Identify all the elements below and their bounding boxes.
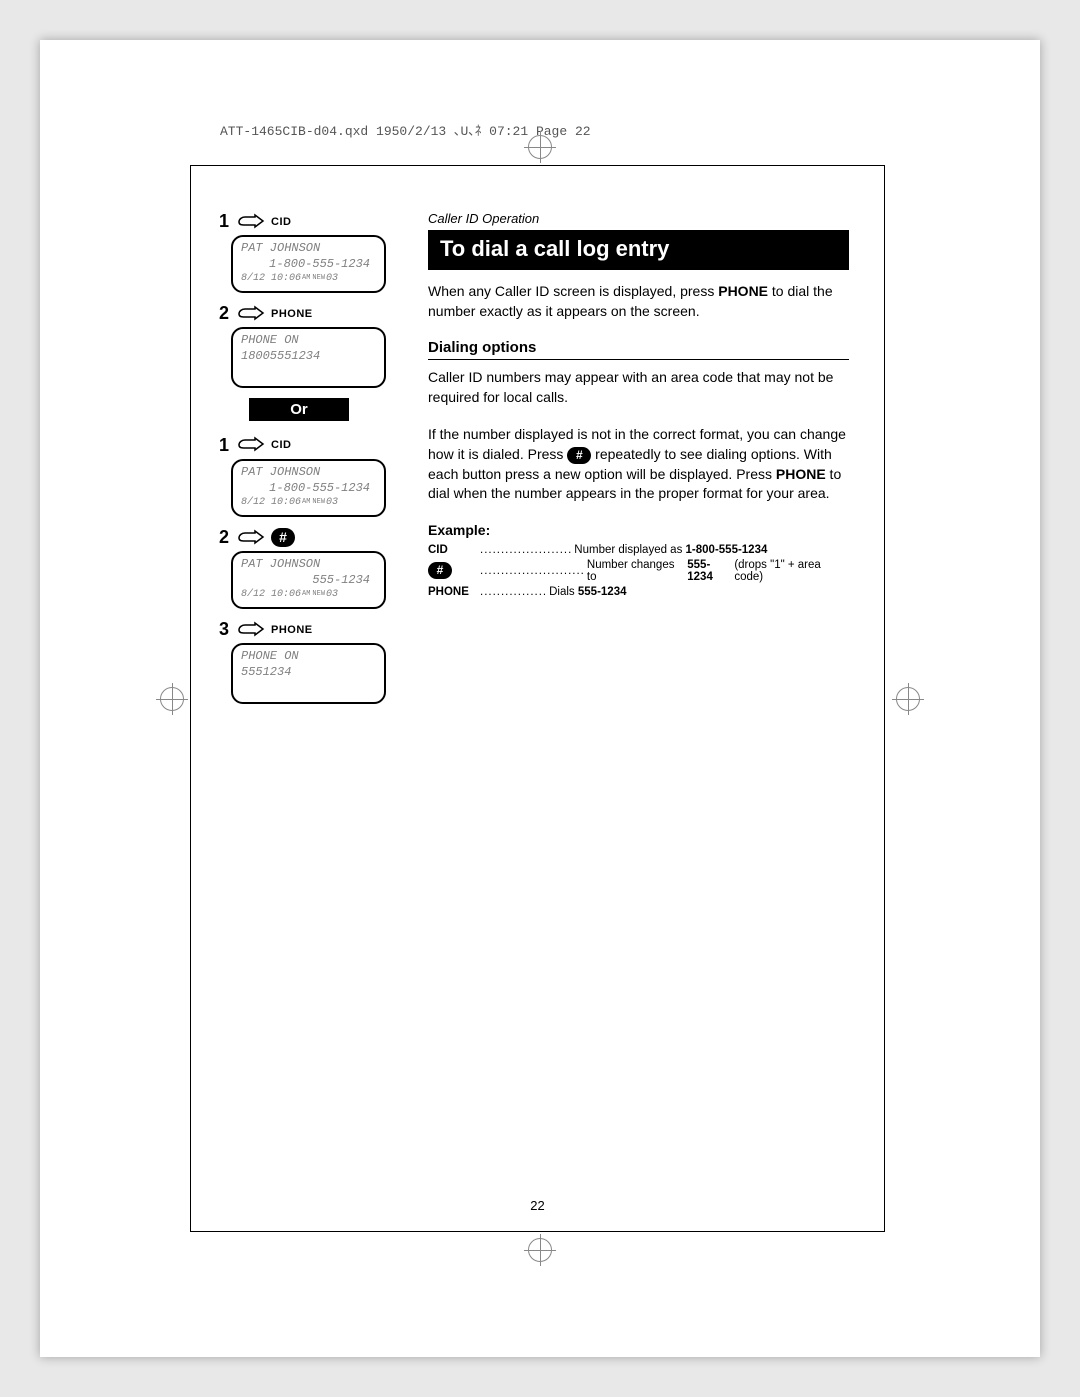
- lcd-line: 555-1234: [241, 573, 376, 589]
- lcd-line: PAT JOHNSON: [241, 241, 376, 257]
- seqB-step2: 2 #: [219, 527, 404, 548]
- hash-key-icon: #: [567, 447, 591, 464]
- subhead-example: Example:: [428, 522, 849, 538]
- or-divider: Or: [249, 398, 349, 421]
- pointing-hand-icon: [235, 436, 265, 454]
- lcd-screen: PHONE ON 18005551234: [231, 327, 386, 388]
- hash-key-icon: #: [428, 562, 452, 579]
- step-label: CID: [271, 439, 291, 451]
- lcd-line: 8/12 10:06AMNEW03: [241, 496, 376, 509]
- pointing-hand-icon: [235, 529, 265, 547]
- page-title: To dial a call log entry: [428, 230, 849, 270]
- lcd-screen: PAT JOHNSON 555-1234 8/12 10:06AMNEW03: [231, 551, 386, 609]
- lcd-screen: PAT JOHNSON 1-800-555-1234 8/12 10:06AMN…: [231, 459, 386, 517]
- step-number: 1: [219, 211, 229, 232]
- lcd-line: 18005551234: [241, 349, 376, 365]
- crop-mark-right: [896, 687, 920, 711]
- sidebar: 1 CID PAT JOHNSON 1-800-555-1234 8/12 10…: [219, 211, 404, 1211]
- lcd-screen: PAT JOHNSON 1-800-555-1234 8/12 10:06AMN…: [231, 235, 386, 293]
- subhead-dialing-options: Dialing options: [428, 339, 849, 356]
- dialing-paragraph-1: Caller ID numbers may appear with an are…: [428, 368, 849, 407]
- lcd-line: PAT JOHNSON: [241, 557, 376, 573]
- example-row-phone: PHONE ................ Dials 555-1234: [428, 586, 849, 598]
- step-number: 2: [219, 527, 229, 548]
- step-number: 3: [219, 619, 229, 640]
- content-frame: 1 CID PAT JOHNSON 1-800-555-1234 8/12 10…: [190, 165, 885, 1232]
- step-label: PHONE: [271, 624, 313, 636]
- seqB-step1: 1 CID: [219, 435, 404, 456]
- intro-paragraph: When any Caller ID screen is displayed, …: [428, 282, 849, 321]
- dialing-paragraph-2: If the number displayed is not in the co…: [428, 425, 849, 503]
- main-content: Caller ID Operation To dial a call log e…: [428, 211, 849, 1211]
- lcd-line: 1-800-555-1234: [241, 481, 376, 497]
- lcd-line: 8/12 10:06AMNEW03: [241, 272, 376, 285]
- lcd-line: 1-800-555-1234: [241, 257, 376, 273]
- lcd-line: PHONE ON: [241, 649, 376, 665]
- step-number: 1: [219, 435, 229, 456]
- step-number: 2: [219, 303, 229, 324]
- lcd-line: 5551234: [241, 665, 376, 681]
- step-label: CID: [271, 216, 291, 228]
- lcd-line: 8/12 10:06AMNEW03: [241, 588, 376, 601]
- crop-mark-top: [528, 135, 552, 159]
- hash-key-icon: #: [271, 528, 295, 547]
- divider: [428, 359, 849, 360]
- seqA-step1: 1 CID: [219, 211, 404, 232]
- step-label: PHONE: [271, 308, 313, 320]
- lcd-line: PHONE ON: [241, 333, 376, 349]
- pointing-hand-icon: [235, 621, 265, 639]
- seqB-step3: 3 PHONE: [219, 619, 404, 640]
- pointing-hand-icon: [235, 213, 265, 231]
- crop-mark-left: [160, 687, 184, 711]
- lcd-screen: PHONE ON 5551234: [231, 643, 386, 704]
- pointing-hand-icon: [235, 305, 265, 323]
- page: ATT-1465CIB-d04.qxd 1950/2/13 ､U､ﾈ 07:21…: [40, 40, 1040, 1357]
- lcd-line: PAT JOHNSON: [241, 465, 376, 481]
- example-row-hash: # ......................... Number chang…: [428, 559, 849, 583]
- example-row-cid: CID ...................... Number displa…: [428, 544, 849, 556]
- section-label: Caller ID Operation: [428, 211, 849, 226]
- seqA-step2: 2 PHONE: [219, 303, 404, 324]
- crop-mark-bottom: [528, 1238, 552, 1262]
- page-number: 22: [191, 1198, 884, 1213]
